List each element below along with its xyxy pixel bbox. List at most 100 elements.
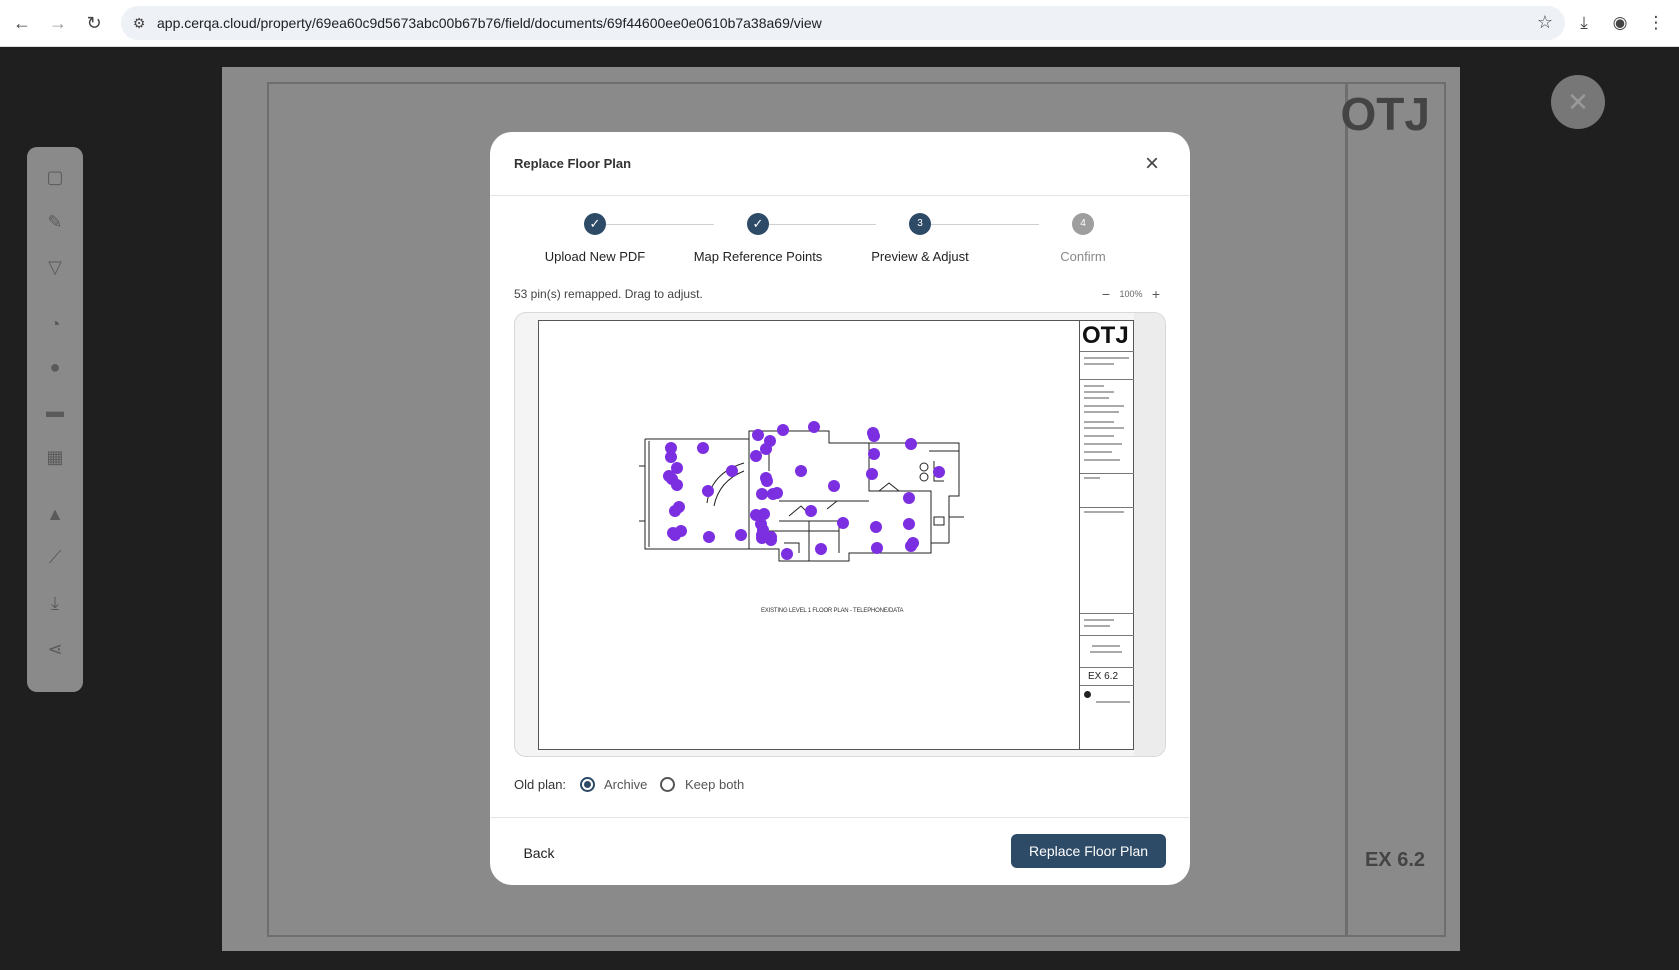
title-block-text — [1084, 357, 1129, 359]
pin-marker[interactable] — [726, 465, 738, 477]
pin-marker[interactable] — [781, 548, 793, 560]
pin-marker[interactable] — [777, 424, 789, 436]
pin-marker[interactable] — [760, 443, 772, 455]
address-bar[interactable]: ⚙ app.cerqa.cloud/property/69ea60c9d5673… — [121, 6, 1565, 40]
download-icon[interactable]: ⤓ — [1572, 11, 1596, 35]
filter-icon[interactable]: ▽ — [43, 255, 67, 279]
menu-dots-icon[interactable]: ⋮ — [1644, 11, 1668, 35]
pin-marker[interactable] — [752, 429, 764, 441]
reload-icon[interactable]: ↻ — [82, 11, 106, 35]
viewer-close-icon[interactable]: ✕ — [1551, 75, 1605, 129]
layers-icon[interactable]: ● — [43, 355, 67, 379]
browser-chrome: ← → ↻ ⚙ app.cerqa.cloud/property/69ea60c… — [0, 0, 1679, 47]
pin-marker[interactable] — [837, 517, 849, 529]
modal-title: Replace Floor Plan — [514, 156, 632, 171]
viewer-toolbar: ▢ ✎ ▽ ◔ ● ▬ ▦ ▲ ⟋ ⤓ ⋖ — [27, 147, 83, 692]
pin-marker[interactable] — [866, 468, 878, 480]
step-label: Confirm — [1060, 249, 1106, 264]
comment-icon[interactable]: ▬ — [43, 399, 67, 423]
zoom-level: 100% — [1119, 289, 1143, 299]
pin-marker[interactable] — [761, 475, 773, 487]
zoom-out-button[interactable]: − — [1098, 286, 1114, 302]
title-block-text — [1084, 451, 1112, 453]
grid-icon[interactable]: ▦ — [43, 445, 67, 469]
pin-marker[interactable] — [667, 527, 679, 539]
title-block-divider — [1080, 507, 1135, 508]
background-sheet-logo: OTJ — [1340, 88, 1430, 140]
title-block-text — [1084, 625, 1110, 627]
pin-marker[interactable] — [868, 448, 880, 460]
pin-marker[interactable] — [663, 470, 675, 482]
keep-both-radio[interactable] — [660, 777, 675, 792]
site-info-icon[interactable]: ⚙ — [129, 13, 149, 33]
pin-marker[interactable] — [808, 421, 820, 433]
pin-marker[interactable] — [703, 531, 715, 543]
title-block-text — [1084, 391, 1114, 393]
replace-floor-plan-modal: Replace Floor Plan × ✓ Upload New PDF ✓ … — [490, 132, 1190, 885]
url-text: app.cerqa.cloud/property/69ea60c9d5673ab… — [157, 15, 822, 31]
step-connector — [758, 224, 876, 225]
archive-label[interactable]: Archive — [604, 777, 647, 792]
pin-marker[interactable] — [871, 542, 883, 554]
pin-marker[interactable] — [702, 485, 714, 497]
floor-plan-drawing — [639, 421, 964, 562]
step-check-icon: ✓ — [584, 213, 606, 235]
download-icon[interactable]: ⤓ — [43, 591, 67, 615]
clock-icon[interactable]: ◔ — [43, 312, 67, 336]
pin-marker[interactable] — [933, 466, 945, 478]
archive-radio[interactable] — [580, 777, 595, 792]
ruler-icon[interactable]: ⟋ — [43, 545, 67, 569]
back-icon[interactable]: ← — [10, 11, 34, 35]
pen-icon[interactable]: ✎ — [43, 210, 67, 234]
document-icon[interactable]: ▢ — [43, 165, 67, 189]
profile-icon[interactable]: ◉ — [1608, 11, 1632, 35]
forward-icon[interactable]: → — [46, 11, 70, 35]
keep-both-label[interactable]: Keep both — [685, 777, 744, 792]
share-icon[interactable]: ⋖ — [43, 637, 67, 661]
plan-caption: EXISTING LEVEL 1 FLOOR PLAN - TELEPHONE/… — [761, 608, 904, 614]
pin-marker[interactable] — [905, 438, 917, 450]
pin-marker[interactable] — [771, 487, 783, 499]
pin-marker[interactable] — [669, 505, 681, 517]
step-connector — [921, 224, 1039, 225]
title-block-divider — [1080, 351, 1135, 352]
floor-plan-preview[interactable]: EXISTING LEVEL 1 FLOOR PLAN - TELEPHONE/… — [514, 312, 1166, 757]
pin-marker[interactable] — [735, 529, 747, 541]
pin-marker[interactable] — [795, 465, 807, 477]
zoom-control: − 100% + — [1096, 286, 1166, 304]
pin-marker[interactable] — [756, 488, 768, 500]
step-label: Upload New PDF — [544, 249, 646, 264]
upload-icon[interactable]: ▲ — [43, 502, 67, 526]
title-block-text — [1084, 385, 1104, 387]
pin-marker[interactable] — [765, 531, 777, 543]
title-block-text — [1084, 405, 1124, 407]
title-block-text — [1084, 477, 1100, 479]
pin-marker[interactable] — [903, 492, 915, 504]
back-button[interactable]: Back — [514, 838, 564, 868]
title-block-text — [1084, 619, 1114, 621]
title-block-text — [1084, 397, 1109, 399]
zoom-in-button[interactable]: + — [1148, 286, 1164, 302]
north-arrow-icon — [1084, 691, 1091, 698]
bookmark-star-icon[interactable]: ☆ — [1537, 12, 1553, 33]
preview-scroll-area[interactable] — [1134, 313, 1165, 756]
pin-marker[interactable] — [671, 479, 683, 491]
replace-floor-plan-button[interactable]: Replace Floor Plan — [1011, 834, 1166, 868]
pin-marker[interactable] — [750, 509, 762, 521]
preview-info-row: 53 pin(s) remapped. Drag to adjust. − 10… — [514, 286, 1166, 305]
close-icon[interactable]: × — [1140, 152, 1164, 176]
pin-marker[interactable] — [665, 451, 677, 463]
pin-marker[interactable] — [828, 480, 840, 492]
title-block-text — [1096, 701, 1130, 703]
step-number: 4 — [1072, 213, 1094, 235]
pin-marker[interactable] — [867, 427, 879, 439]
pin-marker[interactable] — [697, 442, 709, 454]
sheet-number: EX 6.2 — [1088, 671, 1119, 682]
pin-marker[interactable] — [805, 505, 817, 517]
pin-marker[interactable] — [750, 450, 762, 462]
pin-marker[interactable] — [870, 521, 882, 533]
pin-marker[interactable] — [815, 543, 827, 555]
step-number: 3 — [909, 213, 931, 235]
pin-marker[interactable] — [903, 518, 915, 530]
pin-marker[interactable] — [907, 537, 919, 549]
